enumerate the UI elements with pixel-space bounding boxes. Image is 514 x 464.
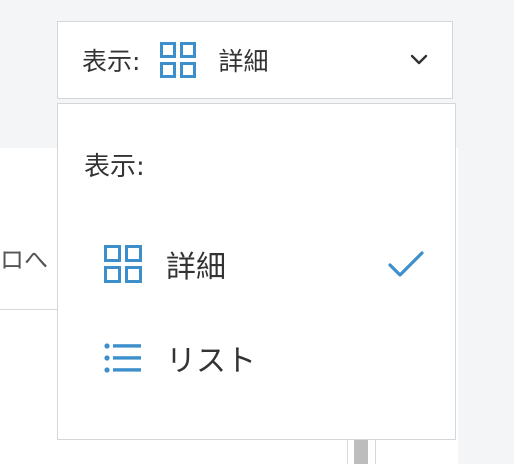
menu-item-list[interactable]: リスト (58, 326, 455, 390)
menu-item-label: リスト (166, 344, 256, 379)
background-scrollbar[interactable] (354, 440, 368, 464)
view-select-value: 詳細 (218, 47, 269, 76)
background-divider (0, 309, 60, 310)
view-select[interactable]: 表示: 詳細 (57, 21, 453, 99)
check-icon (387, 250, 425, 278)
list-icon (104, 342, 142, 374)
menu-header: 表示: (84, 152, 145, 182)
view-select-label: 表示: (82, 47, 141, 76)
grid-icon (104, 245, 142, 283)
background-column-divider (375, 436, 376, 464)
menu-item-label: 詳細 (166, 250, 226, 285)
view-menu: 表示: 詳細 リスト (57, 103, 456, 440)
background-row-text: ロへ (0, 246, 48, 274)
grid-icon (160, 42, 197, 78)
menu-item-detail[interactable]: 詳細 (58, 232, 455, 296)
background-column-divider (347, 436, 348, 464)
chevron-down-icon[interactable] (410, 54, 428, 66)
